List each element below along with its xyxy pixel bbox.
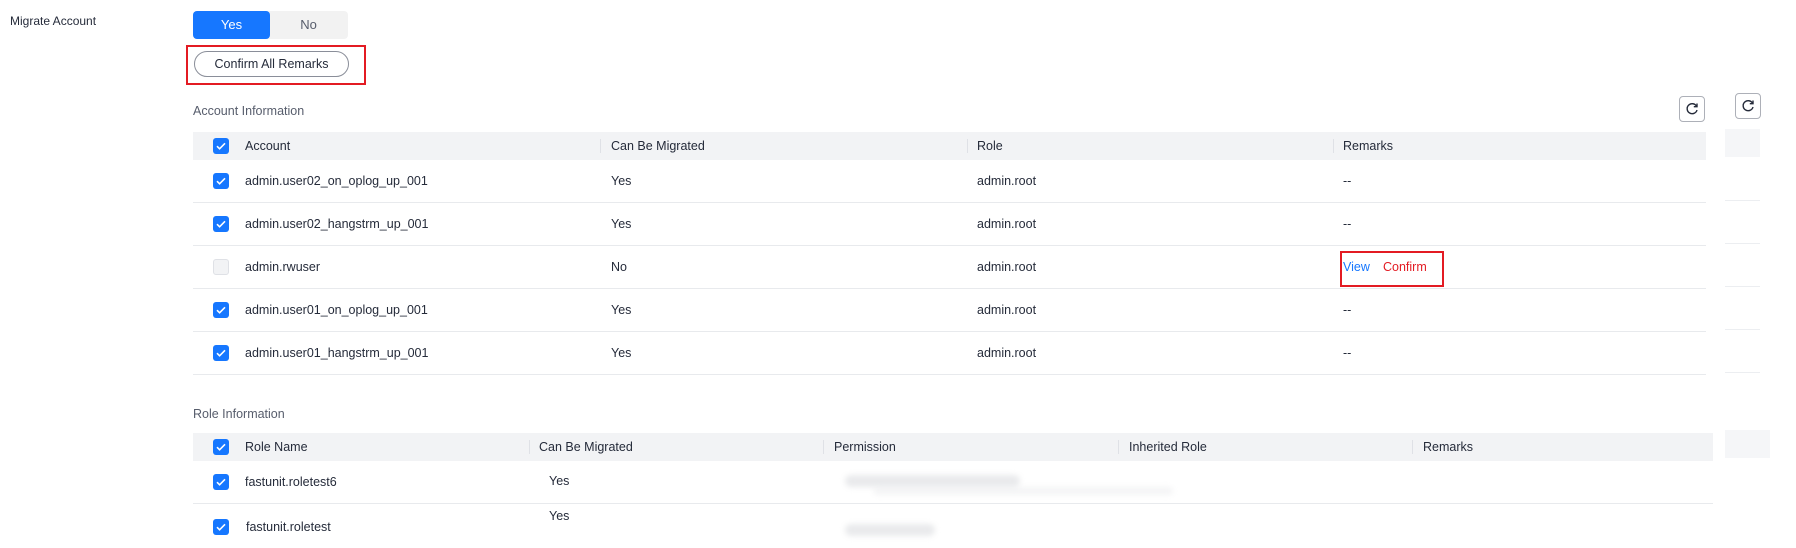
table-row[interactable]: fastunit.roletest6 Yes	[193, 461, 1713, 504]
toggle-no-button[interactable]: No	[270, 11, 347, 39]
row-checkbox[interactable]	[213, 302, 229, 318]
can-migrate-value: Yes	[549, 509, 570, 523]
row-checkbox[interactable]	[213, 173, 229, 189]
can-migrate-value: Yes	[611, 217, 632, 231]
row-checkbox[interactable]	[213, 474, 229, 490]
role-value: admin.root	[977, 174, 1037, 188]
col-can-be-migrated: Can Be Migrated	[539, 440, 633, 454]
row-checkbox-disabled	[213, 259, 229, 275]
can-migrate-value: No	[611, 260, 627, 274]
table-row[interactable]: fastunit.roletest Yes	[193, 504, 1713, 546]
col-inherited-role: Inherited Role	[1129, 440, 1207, 454]
can-migrate-value: Yes	[611, 346, 632, 360]
permission-redacted	[873, 487, 1173, 495]
col-permission: Permission	[834, 440, 896, 454]
role-table-header: Role Name Can Be Migrated Permission Inh…	[193, 433, 1713, 461]
role-value: admin.root	[977, 346, 1037, 360]
checkbox-icon	[216, 443, 226, 451]
role-value: admin.root	[977, 217, 1037, 231]
row-checkbox[interactable]	[213, 519, 229, 535]
col-role-name: Role Name	[245, 440, 308, 454]
checkbox-icon	[216, 306, 226, 314]
stub-header-2	[1725, 430, 1770, 458]
table-refresh-button[interactable]	[1735, 93, 1761, 119]
stub-header	[1725, 129, 1760, 157]
table-row[interactable]: admin.rwuser No admin.root View Confirm	[193, 246, 1706, 289]
row-checkbox[interactable]	[213, 345, 229, 361]
row-checkbox[interactable]	[213, 216, 229, 232]
can-migrate-value: Yes	[611, 303, 632, 317]
remarks-value: --	[1343, 217, 1352, 231]
account-name: admin.user02_on_oplog_up_001	[245, 174, 428, 188]
remarks-value: --	[1343, 303, 1352, 317]
checkbox-icon	[216, 220, 226, 228]
col-account: Account	[245, 139, 291, 153]
can-migrate-value: Yes	[611, 174, 632, 188]
role-table: Role Name Can Be Migrated Permission Inh…	[193, 433, 1713, 548]
account-name: admin.user02_hangstrm_up_001	[245, 217, 429, 231]
table-row[interactable]: admin.user02_hangstrm_up_001 Yes admin.r…	[193, 203, 1706, 246]
col-remarks: Remarks	[1343, 139, 1394, 153]
role-value: admin.root	[977, 260, 1037, 274]
refresh-icon	[1686, 103, 1698, 115]
table-row[interactable]: admin.user02_on_oplog_up_001 Yes admin.r…	[193, 160, 1706, 203]
toggle-yes-button[interactable]: Yes	[193, 11, 270, 39]
account-refresh-button[interactable]	[1679, 96, 1705, 122]
permission-redacted	[845, 475, 1020, 487]
refresh-icon	[1742, 100, 1754, 112]
select-all-roles-checkbox[interactable]	[213, 439, 229, 455]
account-info-title: Account Information	[193, 104, 305, 118]
permission-redacted	[845, 524, 935, 536]
table-row[interactable]: admin.user01_on_oplog_up_001 Yes admin.r…	[193, 289, 1706, 332]
remarks-value: --	[1343, 174, 1352, 188]
account-name: admin.user01_hangstrm_up_001	[245, 346, 429, 360]
role-name: fastunit.roletest	[246, 520, 331, 534]
remarks-value: --	[1343, 346, 1352, 360]
select-all-accounts-checkbox[interactable]	[213, 138, 229, 154]
confirm-all-remarks-button[interactable]: Confirm All Remarks	[194, 51, 349, 77]
checkbox-icon	[216, 177, 226, 185]
account-name: admin.user01_on_oplog_up_001	[245, 303, 428, 317]
account-table-header: Account Can Be Migrated Role Remarks	[193, 132, 1706, 160]
can-migrate-value: Yes	[549, 474, 570, 488]
account-name: admin.rwuser	[245, 260, 321, 274]
remarks-actions-highlight	[1340, 251, 1444, 287]
col-can-be-migrated: Can Be Migrated	[611, 139, 705, 153]
col-remarks: Remarks	[1423, 440, 1474, 454]
col-role: Role	[977, 139, 1003, 153]
checkbox-icon	[216, 349, 226, 357]
migrate-account-label: Migrate Account	[10, 14, 97, 28]
account-table: Account Can Be Migrated Role Remarks adm…	[193, 132, 1706, 378]
migrate-toggle[interactable]: Yes No	[193, 11, 348, 39]
checkbox-icon	[216, 523, 226, 531]
role-info-title: Role Information	[193, 407, 285, 421]
role-value: admin.root	[977, 303, 1037, 317]
checkbox-icon	[216, 142, 226, 150]
table-row[interactable]: admin.user01_hangstrm_up_001 Yes admin.r…	[193, 332, 1706, 375]
checkbox-icon	[216, 478, 226, 486]
role-name: fastunit.roletest6	[245, 475, 337, 489]
